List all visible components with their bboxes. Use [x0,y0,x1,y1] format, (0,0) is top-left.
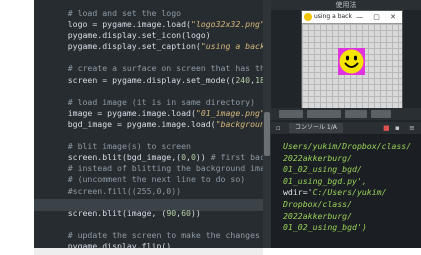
code-line[interactable]: screen.blit(bgd_image,(0,0)) # first bac… [48,152,263,163]
code-text[interactable]: # load and set the logo logo = pygame.im… [48,8,263,248]
code-token: # (uncomment the next line to do so) [48,174,246,185]
console-line: 2022akkerburg/ [283,152,353,163]
code-line[interactable]: pygame.display.set_icon(logo) [48,30,263,41]
code-line[interactable]: # load image (it is in same directory) [48,97,263,108]
code-token: pygame.display.set_icon(logo) [48,30,211,41]
panel-toolbar [271,108,421,120]
code-token: # first backgr [210,152,263,163]
code-token: #screen.fill((255,0,0)) [48,185,182,196]
code-token: # instead of blitting the background ima… [48,163,263,174]
code-line[interactable]: # load and set the logo [48,8,263,19]
code-line[interactable] [48,130,263,141]
code-token: # load image (it is in same directory) [48,96,256,107]
code-line[interactable] [48,197,263,208]
console-output: Users/yukim/Dropbox/class/2022akkerburg/… [283,141,411,234]
code-token: )) [190,207,201,218]
code-token: "01_image.png" [195,107,263,118]
code-token: # blit image(s) to screen [48,141,191,152]
pygame-canvas [302,24,402,109]
code-line[interactable]: image = pygame.image.load("01_image.png"… [48,108,263,119]
close-icon[interactable]: ▪ [395,124,400,132]
code-token: "logo32x32.png" [190,19,263,30]
code-line[interactable]: # blit image(s) to screen [48,141,263,152]
code-token: "using a backgro [200,41,263,52]
console-line: Users/yukim/Dropbox/class/ [283,141,412,151]
code-line[interactable]: pygame.display.set_caption("using a back… [48,41,263,52]
code-token: 90 [166,207,177,218]
pygame-window[interactable]: using a back — ▢ ✕ [301,10,403,110]
pygame-window-titlebar[interactable]: using a back — ▢ ✕ [302,11,402,24]
code-line[interactable] [48,52,263,63]
console-tabbar: ▫ コンソール 1/A ■ ▪ ≡ [271,122,421,134]
stop-icon[interactable]: ■ [383,124,390,132]
code-line[interactable]: # create a surface on screen that has th… [48,63,263,74]
editor-vertical-scrollbar[interactable] [263,0,271,248]
code-token: 60 [181,207,191,218]
console-line: 2022akkerburg/ [283,210,353,221]
code-editor[interactable]: # load and set the logo logo = pygame.im… [34,0,263,248]
code-token: logo = pygame.image.load( [48,19,191,30]
code-token: image = pygame.image.load( [48,107,196,118]
console-text-plain: wdir=' [283,187,313,198]
code-token: "background.p [215,118,263,129]
code-line[interactable]: # instead of blitting the background ima… [48,163,263,174]
console-text-path: C:/Users/yukim/ [312,187,387,198]
ipython-console[interactable]: ▫ コンソール 1/A ■ ▪ ≡ Users/yukim/Dropbox/cl… [271,122,421,248]
code-token: # update the screen to make the changes … [48,229,263,240]
code-token: 180 [255,74,263,85]
console-tab[interactable]: コンソール 1/A [289,123,343,133]
panel-header: 使用法 [271,0,421,10]
code-token: )) [195,152,206,163]
code-line[interactable]: #screen.fill((255,0,0)) [48,186,263,197]
code-token: bgd_image = pygame.image.load( [48,118,216,129]
code-line[interactable]: screen.blit(image, (90,60)) [48,208,263,219]
code-token: screen = pygame.display.set_mode(( [48,74,236,85]
code-line[interactable]: # update the screen to make the changes … [48,230,263,241]
code-line[interactable]: bgd_image = pygame.image.load("backgroun… [48,119,263,130]
console-line: wdir='C:/Users/yukim/ [283,187,411,199]
code-line[interactable] [48,219,263,230]
code-token: # load and set the logo [48,8,182,18]
console-line: 01_02_using_bgd/ [283,164,362,175]
code-token: pygame.display.flip() [48,240,172,248]
scrollbar-thumb[interactable] [264,112,270,156]
code-line[interactable]: logo = pygame.image.load("logo32x32.png"… [48,19,263,30]
code-line[interactable]: screen = pygame.display.set_mode((240,18… [48,75,263,86]
pygame-logo-icon [304,13,312,21]
code-token: screen.blit(bgd_image,( [48,152,182,163]
window-controls[interactable]: — ▢ ✕ [356,11,400,23]
console-line: 01_using_bgd.py', [283,175,367,186]
toolbar-tab-4[interactable] [371,110,391,118]
editor-horizontal-scrollbar[interactable] [34,248,263,255]
toolbar-tab-3[interactable] [345,110,367,118]
code-token: 240 [235,74,251,85]
console-line: Dropbox/class/ [283,198,353,209]
pygame-window-title: using a back [314,13,352,20]
code-line[interactable]: pygame.display.flip() [48,241,263,248]
code-line[interactable] [48,86,263,97]
toolbar-tab-1[interactable] [279,110,303,118]
code-line[interactable]: # (uncomment the next line to do so) [48,174,263,185]
menu-icon[interactable]: ≡ [409,124,415,132]
code-token: # create a surface on screen that has th… [48,63,263,74]
right-panel: 使用法 using a back — ▢ ✕ ▫ コンソール 1/A ■ ▪ ≡… [271,0,421,248]
smiley-face-icon [338,48,365,75]
code-token: screen.blit(image, ( [48,207,167,218]
console-line: 01_02_using_bgd') [283,222,367,233]
code-token: pygame.display.set_caption( [48,41,201,52]
console-tab-icon: ▫ [276,124,281,132]
toolbar-tab-2[interactable] [307,110,341,118]
